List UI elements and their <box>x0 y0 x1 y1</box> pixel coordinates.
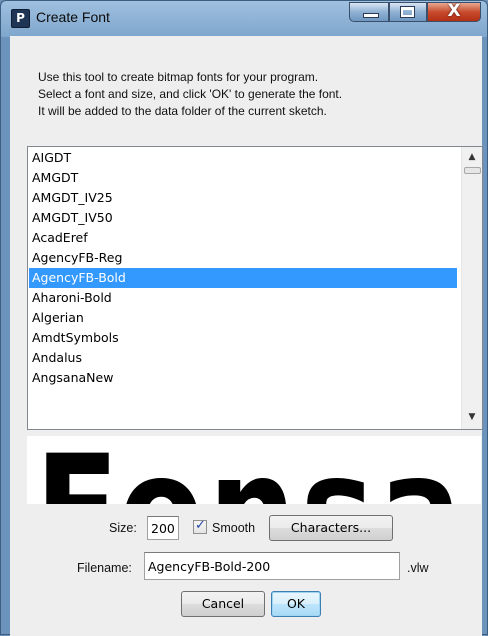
font-list-item[interactable]: AMGDT_IV50 <box>29 208 457 228</box>
smooth-label: Smooth <box>212 521 256 535</box>
maximize-button[interactable] <box>389 2 427 22</box>
filename-input[interactable] <box>144 552 400 580</box>
font-preview: Fonsa <box>27 436 481 504</box>
font-list[interactable]: AIGDT AMGDT AMGDT_IV25 AMGDT_IV50 AcadEr… <box>27 146 483 430</box>
maximize-icon <box>401 7 414 17</box>
instruction-line-3: It will be added to the data folder of t… <box>38 104 327 118</box>
size-row: Size: ✓ Smooth Characters... <box>10 514 482 542</box>
create-font-dialog: P Create Font X Use this tool to create … <box>0 0 488 636</box>
dialog-body: Use this tool to create bitmap fonts for… <box>10 36 483 636</box>
scroll-up-arrow-icon[interactable]: ▲ <box>462 149 482 166</box>
title-bar[interactable]: P Create Font X <box>1 1 487 35</box>
smooth-checkbox[interactable]: ✓ <box>193 518 207 534</box>
font-list-item[interactable]: Aharoni-Bold <box>29 288 457 308</box>
font-list-item[interactable]: AMGDT_IV25 <box>29 188 457 208</box>
font-list-item[interactable]: Andalus <box>29 348 457 368</box>
instructions: Use this tool to create bitmap fonts for… <box>38 69 342 120</box>
font-list-item[interactable]: Algerian <box>29 308 457 328</box>
filename-label: Filename: <box>77 561 132 575</box>
ok-button[interactable]: OK <box>271 591 321 617</box>
minimize-button[interactable] <box>349 2 389 22</box>
font-list-item[interactable]: AMGDT <box>29 168 457 188</box>
font-preview-text: Fonsa <box>35 436 467 504</box>
characters-button[interactable]: Characters... <box>269 515 393 541</box>
font-list-item[interactable]: AgencyFB-Reg <box>29 248 457 268</box>
processing-app-icon: P <box>11 9 30 28</box>
font-list-item-selected[interactable]: AgencyFB-Bold <box>29 268 457 288</box>
scroll-down-arrow-icon[interactable]: ▼ <box>462 409 482 426</box>
size-input[interactable] <box>147 516 179 540</box>
minimize-icon <box>363 13 379 18</box>
cancel-button[interactable]: Cancel <box>181 591 265 617</box>
font-list-item[interactable]: AcadEref <box>29 228 457 248</box>
font-list-scrollbar[interactable]: ▲ ▼ <box>461 147 482 429</box>
font-list-item[interactable]: AmdtSymbols <box>29 328 457 348</box>
close-button[interactable]: X <box>427 1 481 22</box>
scrollbar-thumb[interactable] <box>464 167 481 174</box>
checkmark-icon: ✓ <box>195 518 206 533</box>
font-list-item[interactable]: AngsanaNew <box>29 368 457 388</box>
font-list-item[interactable]: AIGDT <box>29 148 457 168</box>
window-title: Create Font <box>36 9 110 25</box>
close-icon: X <box>447 1 461 21</box>
instruction-line-2: Select a font and size, and click 'OK' t… <box>38 87 343 101</box>
instruction-line-1: Use this tool to create bitmap fonts for… <box>38 70 319 84</box>
size-label: Size: <box>109 521 137 535</box>
filename-extension: .vlw <box>407 561 429 575</box>
